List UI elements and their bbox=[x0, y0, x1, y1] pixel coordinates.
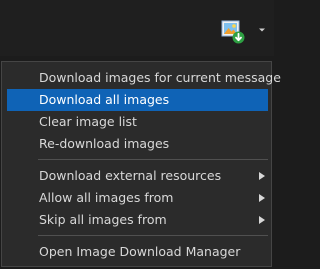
menu-item-download-all[interactable]: Download all images bbox=[7, 89, 268, 111]
toolbar bbox=[0, 0, 274, 56]
menu-item-allow-from[interactable]: Allow all images from bbox=[7, 187, 268, 209]
menu-item-redownload[interactable]: Re-download images bbox=[7, 133, 268, 155]
chevron-down-icon[interactable] bbox=[257, 25, 267, 35]
menu-item-label: Allow all images from bbox=[39, 190, 174, 205]
menu-item-download-external[interactable]: Download external resources bbox=[7, 165, 268, 187]
menu-separator bbox=[38, 235, 268, 236]
menu-item-download-current[interactable]: Download images for current message bbox=[7, 67, 281, 89]
menu-item-label: Open Image Download Manager bbox=[39, 244, 241, 259]
menu-item-label: Download external resources bbox=[39, 168, 222, 183]
image-download-icon bbox=[221, 20, 245, 44]
menu-item-label: Re-download images bbox=[39, 136, 170, 151]
chevron-right-icon bbox=[259, 216, 265, 224]
chevron-right-icon bbox=[259, 172, 265, 180]
menu-item-label: Download images for current message bbox=[39, 70, 281, 85]
menu-item-open-manager[interactable]: Open Image Download Manager bbox=[7, 241, 268, 263]
menu-item-label: Download all images bbox=[39, 92, 170, 107]
image-download-button[interactable] bbox=[219, 20, 271, 46]
menu-item-clear-list[interactable]: Clear image list bbox=[7, 111, 268, 133]
menu-separator bbox=[38, 159, 268, 160]
image-download-menu: Download images for current message Down… bbox=[1, 61, 281, 267]
chevron-right-icon bbox=[259, 194, 265, 202]
menu-item-skip-from[interactable]: Skip all images from bbox=[7, 209, 268, 231]
menu-item-label: Skip all images from bbox=[39, 212, 167, 227]
menu-item-label: Clear image list bbox=[39, 114, 137, 129]
